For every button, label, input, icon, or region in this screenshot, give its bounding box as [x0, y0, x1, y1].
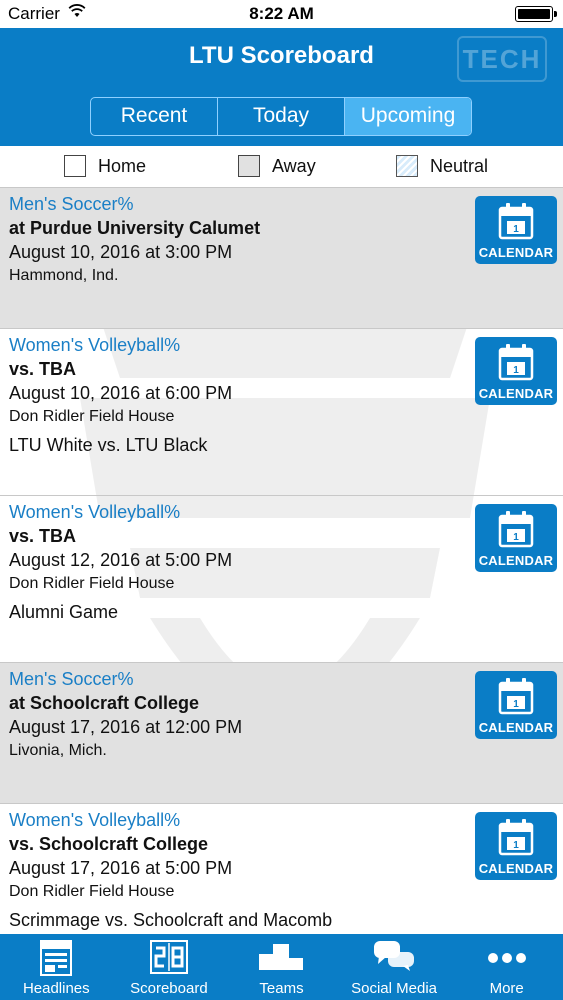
location-legend: Home Away Neutral — [0, 146, 563, 188]
game-list[interactable]: Men's Soccer% at Purdue University Calum… — [0, 188, 563, 934]
segmented-control: Recent Today Upcoming — [90, 97, 472, 136]
scoreboard-icon — [149, 940, 188, 974]
calendar-icon: 1 — [498, 203, 534, 240]
away-swatch — [238, 155, 260, 177]
calendar-button[interactable]: 1 CALENDAR — [475, 196, 557, 264]
calendar-button-label: CALENDAR — [478, 245, 554, 260]
game-location: Don Ridler Field House — [9, 408, 175, 425]
segment-upcoming[interactable]: Upcoming — [345, 98, 471, 135]
svg-text:1: 1 — [513, 532, 519, 543]
game-item[interactable]: Men's Soccer% at Purdue University Calum… — [0, 188, 563, 329]
legend-neutral: Neutral — [396, 155, 488, 177]
legend-away-label: Away — [272, 155, 316, 176]
game-item[interactable]: Men's Soccer% at Schoolcraft College Aug… — [0, 663, 563, 804]
calendar-button-label: CALENDAR — [478, 386, 554, 401]
tab-more[interactable]: More — [450, 934, 563, 1000]
neutral-swatch — [396, 155, 418, 177]
tab-label: Social Media — [351, 980, 438, 997]
legend-home-label: Home — [98, 155, 147, 176]
segment-bar: Recent Today Upcoming — [0, 86, 563, 146]
segment-recent[interactable]: Recent — [91, 98, 218, 135]
calendar-button[interactable]: 1 CALENDAR — [475, 504, 557, 572]
teams-icon — [259, 944, 304, 970]
svg-text:1: 1 — [513, 699, 519, 710]
game-note: Alumni Game — [9, 602, 119, 622]
calendar-button[interactable]: 1 CALENDAR — [475, 671, 557, 739]
chat-icon — [374, 941, 415, 971]
game-note: LTU White vs. LTU Black — [9, 435, 208, 455]
home-swatch — [64, 155, 86, 177]
game-item[interactable]: Women's Volleyball% vs. TBA August 12, 2… — [0, 496, 563, 663]
tab-label: Teams — [259, 980, 304, 997]
svg-text:1: 1 — [513, 365, 519, 376]
calendar-icon: 1 — [498, 344, 534, 381]
calendar-button-label: CALENDAR — [478, 720, 554, 735]
status-bar: Carrier 8:22 AM — [0, 0, 563, 28]
tab-label: More — [489, 980, 524, 997]
svg-text:1: 1 — [513, 840, 519, 851]
tab-scoreboard[interactable]: Scoreboard — [113, 934, 226, 1000]
segment-today[interactable]: Today — [218, 98, 345, 135]
svg-text:1: 1 — [513, 224, 519, 235]
calendar-button-label: CALENDAR — [478, 861, 554, 876]
calendar-icon: 1 — [498, 511, 534, 548]
calendar-button-label: CALENDAR — [478, 553, 554, 568]
calendar-button[interactable]: 1 CALENDAR — [475, 812, 557, 880]
game-location: Don Ridler Field House — [9, 883, 175, 900]
game-location: Don Ridler Field House — [9, 575, 175, 592]
game-note: Scrimmage vs. Schoolcraft and Macomb — [9, 910, 333, 930]
game-item[interactable]: Women's Volleyball% vs. TBA August 10, 2… — [0, 329, 563, 496]
game-item[interactable]: Women's Volleyball% vs. Schoolcraft Coll… — [0, 804, 563, 934]
tab-social-media[interactable]: Social Media — [338, 934, 451, 1000]
tech-logo: TECH — [457, 36, 547, 82]
calendar-icon: 1 — [498, 678, 534, 715]
legend-neutral-label: Neutral — [430, 155, 489, 176]
game-location: Livonia, Mich. — [9, 742, 107, 759]
legend-away: Away — [238, 155, 316, 177]
calendar-button[interactable]: 1 CALENDAR — [475, 337, 557, 405]
tab-bar: Headlines Scoreboard Teams Social Media … — [0, 934, 563, 1000]
tab-teams[interactable]: Teams — [225, 934, 338, 1000]
more-icon — [487, 953, 526, 963]
legend-home: Home — [64, 155, 146, 177]
news-icon — [40, 940, 73, 976]
battery-icon — [515, 6, 557, 22]
tab-label: Scoreboard — [130, 980, 208, 997]
game-location: Hammond, Ind. — [9, 267, 119, 284]
tab-headlines[interactable]: Headlines — [0, 934, 113, 1000]
tab-label: Headlines — [22, 980, 90, 997]
navigation-bar: LTU Scoreboard TECH — [0, 28, 563, 86]
status-time: 8:22 AM — [249, 4, 314, 23]
calendar-icon: 1 — [498, 819, 534, 856]
